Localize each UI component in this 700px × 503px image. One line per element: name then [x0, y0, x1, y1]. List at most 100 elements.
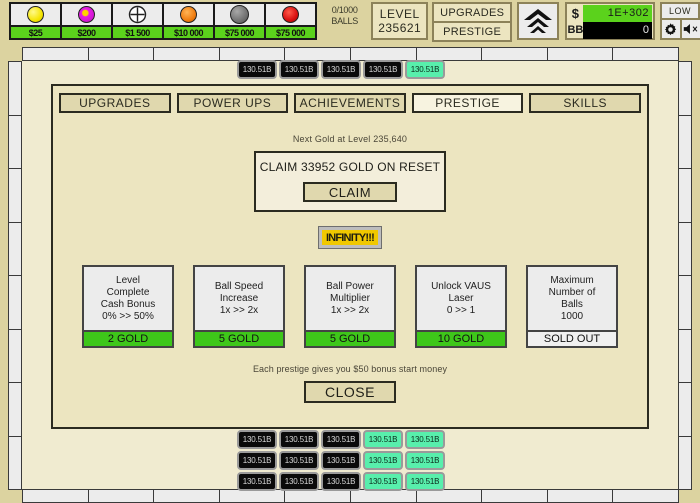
brick-row: 130.51B 130.51B 130.51B 130.51B 130.51B — [237, 472, 445, 491]
bb-symbol: BB — [567, 23, 584, 36]
brick[interactable]: 130.51B — [405, 472, 445, 491]
ball-shop-item[interactable]: $75 000 — [264, 2, 317, 40]
settings-button[interactable] — [659, 18, 682, 40]
card-title-line2: Number of — [548, 286, 596, 298]
brick[interactable]: 130.51B — [405, 60, 445, 79]
prestige-card-ball-speed-increase[interactable]: Ball Speed Increase 1x >> 2x 5 GOLD — [193, 265, 285, 348]
prestige-card-level-complete-cash-bonus[interactable]: Level Complete Cash Bonus 0% >> 50% 2 GO… — [82, 265, 174, 348]
ball-price: $10 000 — [164, 25, 213, 38]
balls-counter-label: BALLS — [331, 16, 358, 26]
ball-shop-item[interactable]: $75 000 — [213, 2, 266, 40]
prestige-card-ball-power-multiplier[interactable]: Ball Power Multiplier 1x >> 2x 5 GOLD — [304, 265, 396, 348]
currency-symbols: $ BB — [567, 4, 583, 38]
prestige-upgrade-cards: Level Complete Cash Bonus 0% >> 50% 2 GO… — [53, 265, 647, 348]
close-button[interactable]: CLOSE — [304, 381, 396, 403]
card-title-line3: Balls — [561, 298, 583, 310]
card-body: Unlock VAUS Laser 0 >> 1 — [417, 267, 505, 330]
level-value: 235621 — [378, 21, 422, 35]
card-title-line2: Multiplier — [329, 292, 370, 304]
cash-value: 1E+302 — [583, 5, 652, 22]
brick[interactable]: 130.51B — [321, 430, 361, 449]
brick[interactable]: 130.51B — [363, 60, 403, 79]
boost-button[interactable] — [517, 2, 560, 40]
brick[interactable]: 130.51B — [363, 430, 403, 449]
wall-segment — [546, 47, 614, 61]
ball-magenta-icon — [62, 4, 111, 25]
level-label: LEVEL — [379, 7, 420, 21]
ball-shop-item[interactable]: $200 — [60, 2, 113, 40]
infinity-wrap: INFINITY!!! — [53, 226, 647, 249]
prestige-footnote: Each prestige gives you $50 bonus start … — [252, 364, 448, 374]
ball-yellow-icon — [11, 4, 60, 25]
tab-achievements[interactable]: ACHIEVEMENTS — [294, 93, 406, 113]
brick[interactable]: 130.51B — [363, 451, 403, 470]
ball-shop: $25 $200 $1 500 $10 000 $75 000 $75 000 — [9, 2, 317, 40]
brick-grid: 130.51B 130.51B 130.51B 130.51B 130.51B … — [237, 430, 445, 493]
panel-tabs: UPGRADES POWER UPS ACHIEVEMENTS PRESTIGE… — [53, 86, 647, 113]
card-cost: SOLD OUT — [528, 330, 616, 346]
infinity-button[interactable]: INFINITY!!! — [318, 226, 382, 249]
card-title-line1: Unlock VAUS — [431, 280, 491, 292]
card-cost[interactable]: 5 GOLD — [306, 330, 394, 346]
brick[interactable]: 130.51B — [237, 472, 277, 491]
ball-shop-item[interactable]: $10 000 — [162, 2, 215, 40]
wall-segment — [8, 168, 22, 223]
brick[interactable]: 130.51B — [237, 451, 277, 470]
card-title-line1: Level — [116, 274, 140, 286]
card-body: Level Complete Cash Bonus 0% >> 50% — [84, 267, 172, 330]
prestige-card-maximum-number-of-balls: Maximum Number of Balls 1000 SOLD OUT — [526, 265, 618, 348]
wall-segment — [284, 47, 351, 61]
bb-value: 0 — [583, 22, 652, 39]
brick[interactable]: 130.51B — [279, 451, 319, 470]
prestige-card-unlock-vaus-laser[interactable]: Unlock VAUS Laser 0 >> 1 10 GOLD — [415, 265, 507, 348]
card-cost[interactable]: 2 GOLD — [84, 330, 172, 346]
wall-segment — [153, 47, 220, 61]
card-title-line1: Ball Power — [326, 280, 374, 292]
double-chevron-up-icon — [524, 9, 553, 33]
ball-price: $75 000 — [266, 25, 315, 38]
wall-segment — [8, 382, 22, 437]
tab-upgrades[interactable]: UPGRADES — [59, 93, 171, 113]
brick[interactable]: 130.51B — [237, 60, 277, 79]
ball-price: $75 000 — [215, 25, 264, 38]
wall-segment — [87, 47, 155, 61]
wall-segment — [678, 435, 692, 490]
tab-power-ups[interactable]: POWER UPS — [176, 93, 289, 113]
level-display: LEVEL 235621 — [371, 2, 429, 40]
wall-segment — [678, 275, 692, 330]
brick[interactable]: 130.51B — [279, 472, 319, 491]
wall-segment — [22, 489, 89, 503]
brick[interactable]: 130.51B — [321, 60, 361, 79]
sound-toggle-button[interactable] — [679, 18, 700, 40]
brick[interactable]: 130.51B — [321, 472, 361, 491]
tab-skills[interactable]: SKILLS — [529, 93, 641, 113]
claim-button[interactable]: CLAIM — [303, 182, 397, 202]
brick[interactable]: 130.51B — [321, 451, 361, 470]
claim-box: CLAIM 33952 GOLD ON RESET CLAIM — [254, 151, 446, 212]
ball-gray-icon — [215, 4, 264, 25]
upgrades-button[interactable]: UPGRADES — [432, 2, 513, 23]
ball-shop-item[interactable]: $1 500 — [111, 2, 164, 40]
brick[interactable]: 130.51B — [279, 60, 319, 79]
ball-shop-item[interactable]: $25 — [9, 2, 62, 40]
wall-segment — [678, 168, 692, 223]
brick[interactable]: 130.51B — [237, 430, 277, 449]
next-gold-label: Next Gold at Level 235,640 — [292, 134, 408, 144]
settings-cluster: LOW — [659, 2, 700, 40]
card-title-line3: Cash Bonus — [100, 298, 156, 310]
brick[interactable]: 130.51B — [405, 430, 445, 449]
wall-segment — [678, 221, 692, 276]
prestige-button[interactable]: PRESTIGE — [432, 21, 513, 42]
card-body: Ball Power Multiplier 1x >> 2x — [306, 267, 394, 330]
brick[interactable]: 130.51B — [279, 430, 319, 449]
card-cost[interactable]: 10 GOLD — [417, 330, 505, 346]
brick[interactable]: 130.51B — [363, 472, 403, 491]
ball-price: $25 — [11, 25, 60, 38]
ball-plus-icon — [113, 4, 162, 25]
tab-prestige[interactable]: PRESTIGE — [411, 93, 524, 113]
card-cost[interactable]: 5 GOLD — [195, 330, 283, 346]
card-title-line1: Ball Speed — [214, 280, 264, 292]
wall-segment — [8, 114, 22, 169]
wall-segment — [8, 221, 22, 276]
brick[interactable]: 130.51B — [405, 451, 445, 470]
